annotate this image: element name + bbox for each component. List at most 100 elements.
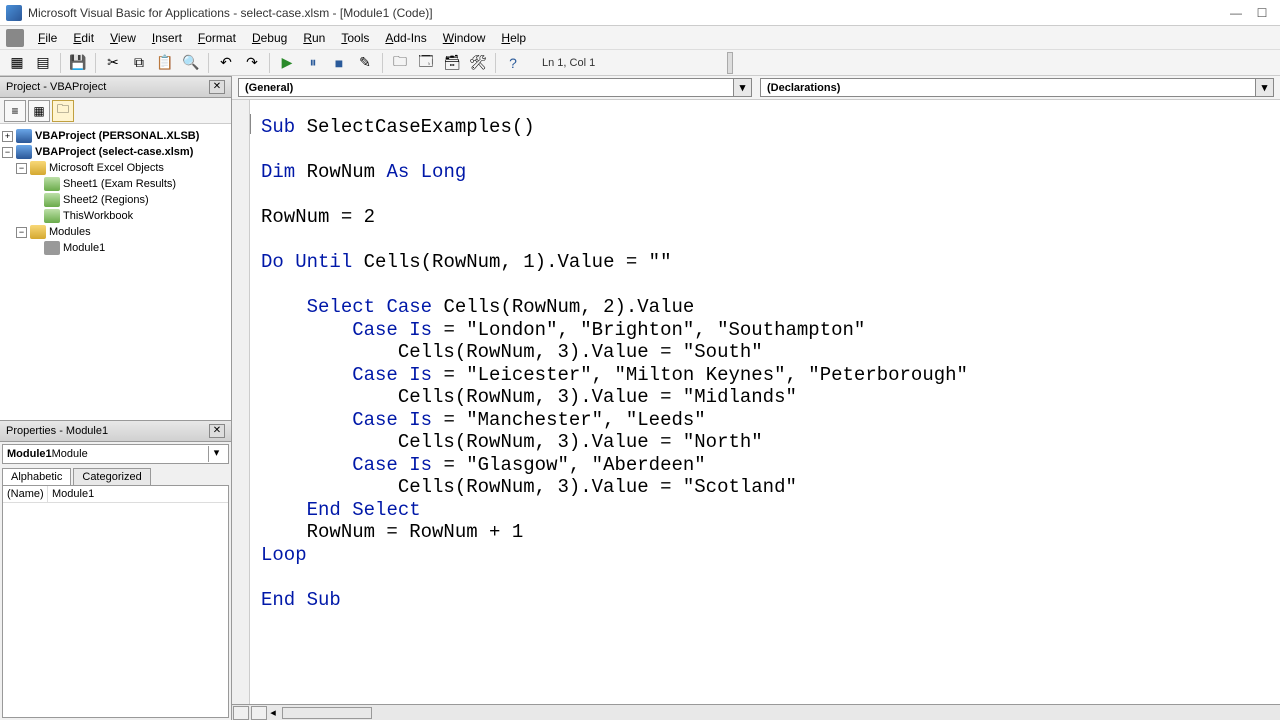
project-icon xyxy=(16,145,32,159)
copy-button[interactable]: ⧉ xyxy=(128,52,150,74)
code-editor[interactable]: Sub SelectCaseExamples() Dim RowNum As L… xyxy=(232,100,1280,704)
menu-tools[interactable]: Tools xyxy=(333,28,377,48)
procedure-dropdown-value: (Declarations) xyxy=(767,82,840,94)
view-code-button[interactable]: ≡ xyxy=(4,100,26,122)
dropdown-arrow-icon[interactable]: ▾ xyxy=(1255,79,1273,96)
tree-excel-objects[interactable]: Microsoft Excel Objects xyxy=(49,162,164,174)
expand-toggle[interactable]: − xyxy=(16,163,27,174)
code-text[interactable]: Sub SelectCaseExamples() Dim RowNum As L… xyxy=(251,100,978,704)
view-object-button[interactable]: ▦ xyxy=(28,100,50,122)
menu-insert[interactable]: Insert xyxy=(144,28,190,48)
tree-sheet2[interactable]: Sheet2 (Regions) xyxy=(63,194,149,206)
property-row: (Name) Module1 xyxy=(3,486,228,503)
save-button[interactable]: 💾 xyxy=(67,52,89,74)
separator xyxy=(60,53,61,73)
expand-toggle[interactable]: − xyxy=(2,147,13,158)
tree-module1[interactable]: Module1 xyxy=(63,242,105,254)
break-button[interactable]: ⏸ xyxy=(302,52,324,74)
object-browser-button[interactable]: 🗃 xyxy=(441,52,463,74)
splitter-handle[interactable] xyxy=(727,52,733,74)
property-value[interactable]: Module1 xyxy=(48,486,228,502)
separator xyxy=(269,53,270,73)
menu-window[interactable]: Window xyxy=(435,28,494,48)
properties-object-name: Module1 xyxy=(7,448,52,460)
procedure-view-button[interactable] xyxy=(251,706,267,720)
code-margin xyxy=(232,100,250,704)
expand-toggle[interactable]: + xyxy=(2,131,13,142)
code-bottom-bar: ◂ xyxy=(232,704,1280,720)
sheet-icon xyxy=(44,209,60,223)
menu-edit[interactable]: Edit xyxy=(65,28,102,48)
properties-button[interactable]: 🗔 xyxy=(415,52,437,74)
menu-format[interactable]: Format xyxy=(190,28,244,48)
menu-add-ins[interactable]: Add-Ins xyxy=(377,28,434,48)
horizontal-scrollbar[interactable] xyxy=(282,707,372,719)
module-icon xyxy=(44,241,60,255)
tree-sheet1[interactable]: Sheet1 (Exam Results) xyxy=(63,178,176,190)
code-dropdowns: (General) ▾ (Declarations) ▾ xyxy=(232,76,1280,100)
cut-button[interactable]: ✂ xyxy=(102,52,124,74)
tree-thisworkbook[interactable]: ThisWorkbook xyxy=(63,210,133,222)
minimize-button[interactable]: — xyxy=(1224,4,1248,22)
help-button[interactable]: ? xyxy=(502,52,524,74)
menu-run[interactable]: Run xyxy=(295,28,333,48)
properties-object-type: Module xyxy=(52,448,88,460)
properties-panel-close[interactable]: ✕ xyxy=(209,424,225,438)
properties-grid[interactable]: (Name) Module1 xyxy=(2,485,229,718)
vba-icon xyxy=(6,29,24,47)
toolbox-button[interactable]: 🛠 xyxy=(467,52,489,74)
project-panel-title: Project - VBAProject xyxy=(6,81,209,93)
app-icon xyxy=(6,5,22,21)
menu-debug[interactable]: Debug xyxy=(244,28,295,48)
tree-project-personal[interactable]: VBAProject (PERSONAL.XLSB) xyxy=(35,130,199,142)
properties-panel-header: Properties - Module1 ✕ xyxy=(0,420,231,442)
run-button[interactable]: ▶ xyxy=(276,52,298,74)
design-mode-button[interactable]: ✎ xyxy=(354,52,376,74)
expand-toggle[interactable]: − xyxy=(16,227,27,238)
insert-button[interactable]: ▤ xyxy=(32,52,54,74)
tree-project-selectcase[interactable]: VBAProject (select-case.xlsm) xyxy=(35,146,193,158)
project-toolbar: ≡ ▦ 🗀 xyxy=(0,98,231,124)
toolbar: ▦ ▤ 💾 ✂ ⧉ 📋 🔍 ↶ ↷ ▶ ⏸ ■ ✎ 🗀 🗔 🗃 🛠 ? Ln 1… xyxy=(0,50,1280,76)
menu-view[interactable]: View xyxy=(102,28,144,48)
titlebar: Microsoft Visual Basic for Applications … xyxy=(0,0,1280,26)
view-excel-button[interactable]: ▦ xyxy=(6,52,28,74)
toggle-folders-button[interactable]: 🗀 xyxy=(52,100,74,122)
procedure-dropdown[interactable]: (Declarations) ▾ xyxy=(760,78,1274,97)
undo-button[interactable]: ↶ xyxy=(215,52,237,74)
find-button[interactable]: 🔍 xyxy=(180,52,202,74)
maximize-button[interactable]: ☐ xyxy=(1250,4,1274,22)
project-tree[interactable]: +VBAProject (PERSONAL.XLSB) −VBAProject … xyxy=(0,124,231,420)
paste-button[interactable]: 📋 xyxy=(154,52,176,74)
project-panel-header: Project - VBAProject ✕ xyxy=(0,76,231,98)
object-dropdown-value: (General) xyxy=(245,82,293,94)
tree-modules[interactable]: Modules xyxy=(49,226,91,238)
tab-alphabetic[interactable]: Alphabetic xyxy=(2,468,71,485)
properties-tabs: Alphabetic Categorized xyxy=(0,466,231,485)
properties-panel-title: Properties - Module1 xyxy=(6,425,209,437)
property-name: (Name) xyxy=(3,486,48,502)
window-title: Microsoft Visual Basic for Applications … xyxy=(28,6,1222,20)
menu-file[interactable]: File xyxy=(30,28,65,48)
tab-categorized[interactable]: Categorized xyxy=(73,468,150,485)
project-explorer-button[interactable]: 🗀 xyxy=(389,52,411,74)
cursor-position: Ln 1, Col 1 xyxy=(534,55,603,71)
full-module-view-button[interactable] xyxy=(233,706,249,720)
sheet-icon xyxy=(44,193,60,207)
dropdown-arrow-icon[interactable]: ▾ xyxy=(733,79,751,96)
separator xyxy=(95,53,96,73)
menu-help[interactable]: Help xyxy=(493,28,534,48)
project-panel-close[interactable]: ✕ xyxy=(209,80,225,94)
scroll-left-icon[interactable]: ◂ xyxy=(268,706,278,719)
properties-object-selector[interactable]: Module1 Module ▾ xyxy=(2,444,229,464)
reset-button[interactable]: ■ xyxy=(328,52,350,74)
folder-icon xyxy=(30,225,46,239)
folder-icon xyxy=(30,161,46,175)
separator xyxy=(382,53,383,73)
dropdown-arrow-icon[interactable]: ▾ xyxy=(208,446,224,462)
separator xyxy=(208,53,209,73)
redo-button[interactable]: ↷ xyxy=(241,52,263,74)
object-dropdown[interactable]: (General) ▾ xyxy=(238,78,752,97)
sheet-icon xyxy=(44,177,60,191)
separator xyxy=(495,53,496,73)
